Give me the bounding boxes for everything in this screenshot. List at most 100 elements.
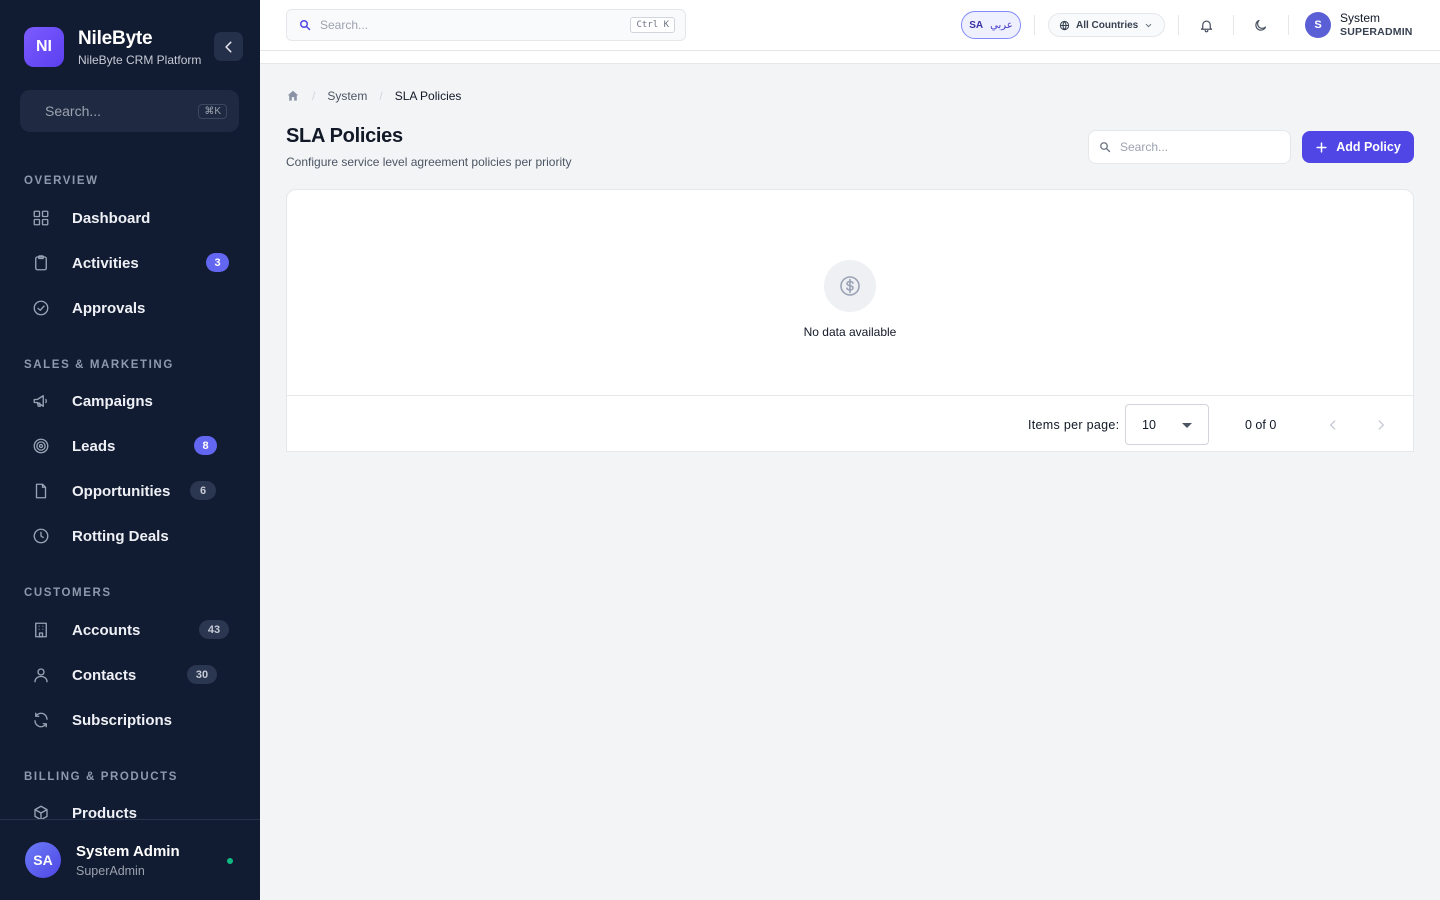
divider	[1233, 15, 1234, 35]
items-per-page-value: 10	[1142, 417, 1156, 432]
clock-icon	[32, 527, 50, 545]
language-toggle[interactable]: SA عربي	[961, 11, 1021, 39]
check-circle-icon	[32, 299, 50, 317]
add-policy-button[interactable]: Add Policy	[1302, 131, 1414, 163]
breadcrumb: / System / SLA Policies	[286, 89, 461, 103]
sidebar-item-label: Rotting Deals	[72, 527, 169, 545]
search-icon	[1100, 142, 1111, 153]
collapse-sidebar-button[interactable]	[214, 32, 243, 61]
notifications-button[interactable]	[1197, 16, 1215, 34]
theme-toggle-button[interactable]	[1251, 16, 1269, 34]
divider	[1178, 15, 1179, 35]
brand[interactable]: NI NileByte NileByte CRM Platform	[24, 27, 201, 67]
sidebar-item-label: Contacts	[72, 666, 137, 684]
divider	[1034, 15, 1035, 35]
avatar: SA	[25, 842, 61, 878]
bell-icon	[1200, 20, 1212, 32]
divider	[1288, 15, 1289, 35]
sidebar-item-accounts[interactable]: Accounts 43	[24, 610, 236, 650]
sidebar-item-label: Campaigns	[72, 392, 153, 410]
breadcrumb-system[interactable]: System	[327, 89, 367, 103]
breadcrumb-separator: /	[312, 89, 316, 103]
section-overview: OVERVIEW	[24, 175, 99, 187]
sidebar: NI NileByte NileByte CRM Platform Search…	[0, 0, 260, 900]
sla-policies-table: No data available Items per page: 10 0 o…	[286, 189, 1414, 452]
building-icon	[32, 621, 50, 639]
add-policy-label: Add Policy	[1336, 140, 1401, 154]
sub-header-strip	[260, 51, 1440, 64]
sidebar-item-leads[interactable]: Leads 8	[24, 426, 236, 466]
global-search-input[interactable]: Search... Ctrl K	[286, 9, 686, 41]
next-page-button[interactable]	[1369, 413, 1393, 437]
document-icon	[32, 482, 50, 500]
sidebar-item-opportunities[interactable]: Opportunities 6	[24, 471, 236, 511]
chevron-left-icon	[224, 41, 232, 52]
global-search-placeholder: Search...	[320, 18, 369, 32]
sidebar-item-dashboard[interactable]: Dashboard	[24, 198, 236, 238]
sidebar-item-activities[interactable]: Activities 3	[24, 243, 236, 283]
section-sales-marketing: SALES & MARKETING	[24, 359, 174, 371]
sidebar-item-campaigns[interactable]: Campaigns	[24, 381, 236, 421]
avatar: S	[1305, 12, 1331, 38]
refresh-icon	[32, 711, 50, 729]
sidebar-search[interactable]: Search... ⌘K	[20, 90, 239, 132]
language-code: SA	[969, 19, 984, 31]
policy-search-placeholder: Search...	[1120, 140, 1169, 154]
clipboard-icon	[32, 254, 50, 272]
section-billing-products: BILLING & PRODUCTS	[24, 771, 179, 783]
sidebar-item-approvals[interactable]: Approvals	[24, 288, 236, 328]
country-label: All Countries	[1076, 19, 1139, 31]
home-icon	[287, 90, 299, 101]
brand-logo: NI	[24, 27, 64, 67]
footer-user-name: System Admin	[76, 843, 180, 860]
user-role: SUPERADMIN	[1340, 26, 1413, 38]
sidebar-item-label: Dashboard	[72, 209, 151, 227]
breadcrumb-separator: /	[379, 89, 383, 103]
sidebar-item-rotting-deals[interactable]: Rotting Deals	[24, 516, 236, 556]
page-subtitle: Configure service level agreement polici…	[286, 155, 572, 169]
items-per-page-select[interactable]: 10	[1125, 404, 1209, 445]
previous-page-button[interactable]	[1321, 413, 1345, 437]
top-bar: Search... Ctrl K SA عربي All Countries S…	[260, 0, 1440, 51]
megaphone-icon	[32, 392, 50, 410]
brand-name: NileByte	[78, 27, 153, 49]
activities-count-badge: 3	[206, 253, 229, 272]
policy-search-input[interactable]: Search...	[1088, 130, 1291, 164]
online-status-dot	[227, 858, 233, 864]
sidebar-search-placeholder: Search...	[45, 103, 102, 119]
user-name: System	[1340, 11, 1381, 25]
sidebar-item-label: Opportunities	[72, 482, 171, 500]
plus-icon	[1316, 141, 1327, 153]
target-icon	[32, 437, 50, 455]
sidebar-item-subscriptions[interactable]: Subscriptions	[24, 700, 236, 740]
brand-subtitle: NileByte CRM Platform	[78, 52, 202, 67]
items-per-page-label: Items per page:	[1028, 418, 1120, 432]
search-icon	[300, 20, 311, 31]
language-label: عربي	[990, 19, 1013, 31]
sidebar-item-label: Subscriptions	[72, 711, 173, 729]
breadcrumb-current: SLA Policies	[394, 89, 462, 103]
leads-count-badge: 8	[194, 436, 217, 455]
global-search-shortcut: Ctrl K	[630, 17, 675, 33]
sidebar-item-label: Leads	[72, 437, 116, 455]
footer-user-role: SuperAdmin	[76, 864, 145, 878]
opportunities-count-badge: 6	[190, 481, 216, 500]
sidebar-item-label: Accounts	[72, 621, 141, 639]
globe-icon	[1059, 20, 1070, 30]
moon-icon	[1254, 19, 1266, 31]
grid-icon	[32, 209, 50, 227]
accounts-count-badge: 43	[199, 620, 229, 639]
sidebar-item-label: Activities	[72, 254, 139, 272]
country-selector[interactable]: All Countries	[1048, 13, 1165, 37]
chevron-right-icon	[1378, 420, 1385, 430]
sidebar-user-footer[interactable]: SA System Admin SuperAdmin	[0, 819, 260, 900]
breadcrumb-home[interactable]	[286, 89, 300, 103]
dollar-circle-icon	[840, 276, 860, 296]
sidebar-item-label: Approvals	[72, 299, 146, 317]
sidebar-search-shortcut: ⌘K	[198, 103, 227, 119]
empty-state-icon	[824, 260, 876, 312]
sidebar-item-contacts[interactable]: Contacts 30	[24, 655, 236, 695]
pagination-range: 0 of 0	[1245, 418, 1277, 432]
empty-state-message: No data available	[803, 325, 897, 339]
chevron-left-icon	[1329, 420, 1336, 430]
